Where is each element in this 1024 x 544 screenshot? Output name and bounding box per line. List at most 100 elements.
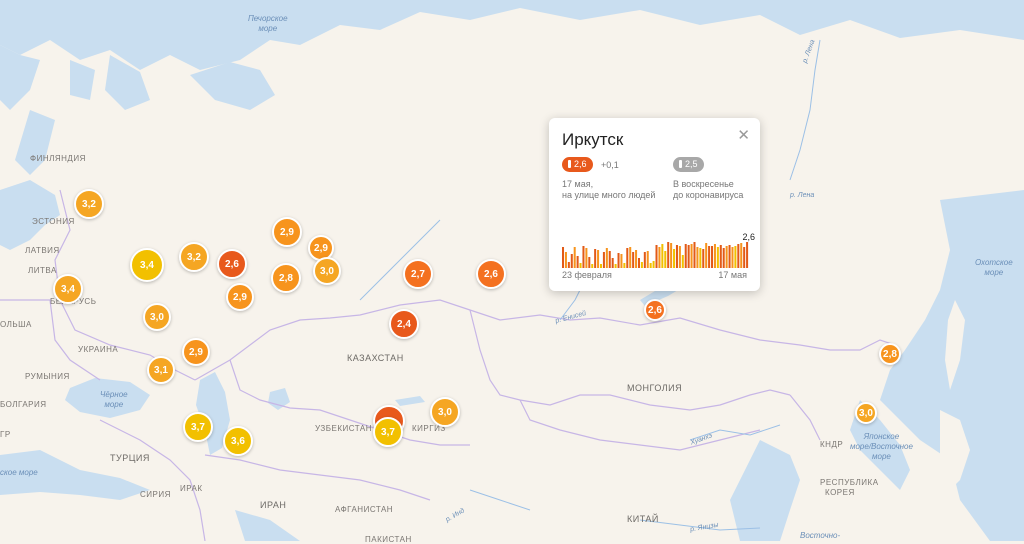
city-marker[interactable]: 2,7 xyxy=(403,259,433,289)
chart-bar xyxy=(570,254,573,268)
chart-bar xyxy=(599,264,602,268)
label-pakistan: ПАКИСТАН xyxy=(365,535,412,544)
chart-bar xyxy=(602,252,605,268)
label-greece: ГР xyxy=(0,430,11,439)
chart-bar xyxy=(579,263,582,268)
city-marker[interactable]: 3,0 xyxy=(313,257,341,285)
chart-bar xyxy=(640,262,643,268)
chart-bar xyxy=(708,246,711,268)
city-marker[interactable]: 2,6 xyxy=(476,259,506,289)
city-marker[interactable]: 2,9 xyxy=(272,217,302,247)
label-uzbekistan: УЗБЕКИСТАН xyxy=(315,424,372,433)
baseline-index-block: 2,5 В воскресенье до коронавируса xyxy=(673,155,743,201)
current-index-pill: 2,6 xyxy=(562,156,593,172)
label-poland: ОЛЬША xyxy=(0,320,32,329)
city-marker[interactable]: 2,4 xyxy=(389,309,419,339)
city-marker[interactable]: 3,6 xyxy=(223,426,253,456)
chart-bar xyxy=(576,256,579,268)
delta-value: +0,1 xyxy=(600,160,619,170)
chart-bar xyxy=(684,244,687,268)
chart-bar xyxy=(637,258,640,268)
chart-bar xyxy=(711,246,714,268)
chart-bar xyxy=(678,246,681,268)
label-iran: ИРАН xyxy=(260,500,287,510)
chart-bar xyxy=(737,244,740,268)
chart-bar xyxy=(746,242,749,268)
chart-bar xyxy=(681,255,684,268)
popup-city-name: Иркутск xyxy=(562,130,624,149)
city-marker[interactable]: 2,6 xyxy=(217,249,247,279)
chart-bar xyxy=(605,248,608,268)
current-caption: 17 мая, на улице много людей xyxy=(562,179,655,201)
city-marker[interactable]: 3,7 xyxy=(183,412,213,442)
chart-bar xyxy=(670,243,673,268)
chart-bar xyxy=(629,247,632,268)
baseline-caption: В воскресенье до коронавируса xyxy=(673,179,743,201)
chart-bar xyxy=(667,242,670,268)
pechora-sea-line2: море xyxy=(258,24,278,33)
label-finland: ФИНЛЯНДИЯ xyxy=(30,154,86,163)
label-japan-sea: Японское море/Восточное море xyxy=(850,432,913,462)
city-marker[interactable]: 3,1 xyxy=(147,356,175,384)
label-latvia: ЛАТВИЯ xyxy=(25,246,60,255)
city-marker[interactable]: 3,7 xyxy=(373,417,403,447)
chart-bar xyxy=(585,248,588,268)
city-marker[interactable]: 2,8 xyxy=(879,343,901,365)
city-marker[interactable]: 2,9 xyxy=(182,338,210,366)
current-index-block: 2,6 +0,1 17 мая, на улице много людей xyxy=(562,155,655,201)
chart-bar xyxy=(655,245,658,268)
label-turkey: ТУРЦИЯ xyxy=(110,453,150,463)
label-iraq: ИРАК xyxy=(180,484,203,493)
city-marker[interactable]: 3,2 xyxy=(74,189,104,219)
city-marker[interactable]: 3,0 xyxy=(430,397,460,427)
current-index-value: 2,6 xyxy=(574,159,587,169)
chart-end-date: 17 мая xyxy=(718,270,747,280)
city-marker[interactable]: 3,4 xyxy=(130,248,164,282)
chart-bar xyxy=(652,261,655,268)
chart-bar xyxy=(690,244,693,268)
city-marker[interactable]: 3,4 xyxy=(53,274,83,304)
japan-sea-line2: море/Восточное xyxy=(850,442,913,451)
chart-bar xyxy=(635,250,638,268)
city-marker[interactable]: 2,6 xyxy=(644,299,666,321)
person-icon xyxy=(679,160,682,168)
chart-bar xyxy=(719,245,722,268)
city-marker[interactable]: 2,8 xyxy=(271,263,301,293)
city-marker[interactable]: 3,0 xyxy=(143,303,171,331)
chart-bar xyxy=(658,247,661,268)
label-estonia: ЭСТОНИЯ xyxy=(32,217,75,226)
city-marker[interactable]: 3,2 xyxy=(179,242,209,272)
label-mongolia: МОНГОЛИЯ xyxy=(627,383,683,393)
chart-bar xyxy=(588,257,591,268)
chart-bar xyxy=(582,246,585,268)
chart-bar xyxy=(731,247,734,268)
city-marker[interactable]: 2,9 xyxy=(226,283,254,311)
chart-bar xyxy=(675,245,678,268)
close-icon[interactable]: ✕ xyxy=(737,126,750,144)
baseline-index-pill: 2,5 xyxy=(673,156,704,172)
chart-bar xyxy=(699,248,702,268)
label-black-sea: Чёрное море xyxy=(100,390,128,410)
label-china: КИТАЙ xyxy=(627,514,659,524)
chart-bar xyxy=(705,243,708,268)
chart-bar xyxy=(743,247,746,268)
label-bulgaria: БОЛГАРИЯ xyxy=(0,400,47,409)
chart-bar xyxy=(728,245,731,268)
chart-bar xyxy=(597,250,600,268)
chart-bar xyxy=(562,247,565,268)
label-pechora-sea: Печорское море xyxy=(248,14,288,34)
baseline-index-value: 2,5 xyxy=(685,159,698,169)
baseline-caption-line1: В воскресенье xyxy=(673,179,734,189)
chart-bar xyxy=(614,264,617,268)
chart-start-date: 23 февраля xyxy=(562,270,612,280)
chart-bar xyxy=(702,249,705,268)
label-okhotsk-sea: Охотское море xyxy=(975,258,1013,278)
chart-bar xyxy=(646,251,649,268)
city-marker[interactable]: 3,0 xyxy=(855,402,877,424)
label-korea-2: КОРЕЯ xyxy=(825,488,855,497)
chart-bar xyxy=(693,242,696,268)
chart-bar xyxy=(608,251,611,268)
chart-bar xyxy=(567,262,570,268)
chart-bar xyxy=(673,249,676,268)
city-popup[interactable]: Иркутск ✕ 2,6 +0,1 17 мая, на улице мног… xyxy=(549,118,760,291)
